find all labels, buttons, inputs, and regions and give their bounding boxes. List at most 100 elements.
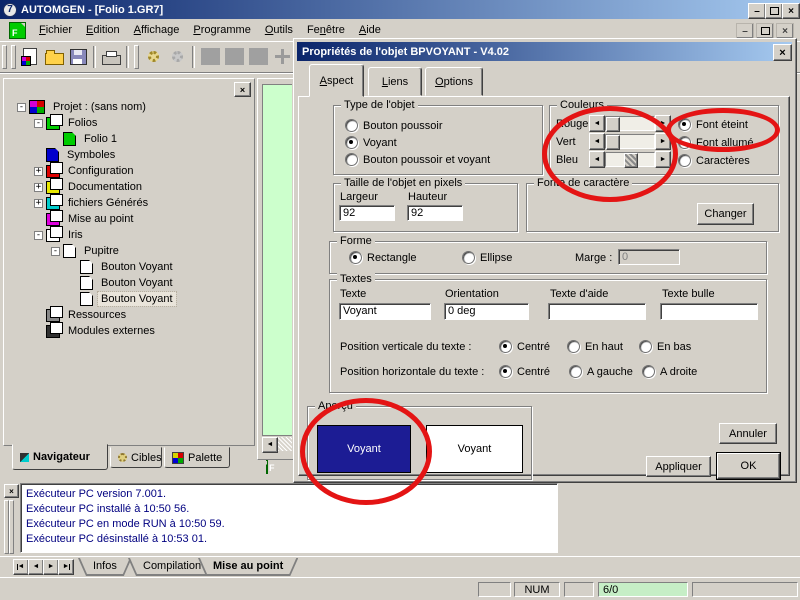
- green-slider-left-arrow[interactable]: ◄: [589, 133, 605, 150]
- radio-en-bas[interactable]: En bas: [639, 340, 691, 353]
- tree-item-documentation[interactable]: +Documentation: [6, 179, 252, 195]
- green-slider-thumb[interactable]: [606, 135, 620, 150]
- expand-toggle[interactable]: -: [34, 231, 43, 240]
- radio-bouton-poussoir[interactable]: Bouton poussoir: [345, 119, 443, 132]
- menu-fenetre[interactable]: Fenêtre: [300, 21, 352, 39]
- radio-a-gauche[interactable]: A gauche: [569, 365, 633, 378]
- new-folio-button[interactable]: [18, 45, 42, 69]
- tree-item-bouton-voyant-selected[interactable]: Bouton Voyant: [6, 291, 252, 307]
- child-minimize-button[interactable]: –: [736, 23, 754, 39]
- toolbar-grip[interactable]: [11, 45, 16, 69]
- tree-item-configuration[interactable]: +Configuration: [6, 163, 252, 179]
- radio-voyant[interactable]: Voyant: [345, 136, 397, 149]
- scrollbar-track[interactable]: [278, 437, 292, 451]
- radio-icon[interactable]: [678, 154, 691, 167]
- tab-cibles[interactable]: Cibles: [110, 447, 162, 468]
- radio-en-haut[interactable]: En haut: [567, 340, 623, 353]
- expand-toggle[interactable]: -: [34, 119, 43, 128]
- menu-aide[interactable]: Aide: [352, 21, 388, 39]
- radio-icon[interactable]: [345, 136, 358, 149]
- expand-toggle[interactable]: +: [34, 183, 43, 192]
- menu-fichier[interactable]: Fichier: [32, 21, 79, 39]
- radio-vertical-centre[interactable]: Centré: [499, 340, 550, 353]
- tab-palette[interactable]: Palette: [164, 447, 230, 468]
- radio-icon[interactable]: [567, 340, 580, 353]
- radio-font-allume[interactable]: Font allumé: [678, 136, 753, 149]
- radio-icon[interactable]: [345, 153, 358, 166]
- blue-slider-thumb[interactable]: [624, 153, 638, 168]
- dialog-tab-options[interactable]: Options: [425, 67, 483, 96]
- texte-input[interactable]: Voyant: [339, 303, 431, 320]
- tree-item-ressources[interactable]: Ressources: [6, 307, 252, 323]
- height-input[interactable]: 92: [407, 205, 463, 221]
- gray-button-2[interactable]: [222, 45, 246, 69]
- radio-bouton-poussoir-et-voyant[interactable]: Bouton poussoir et voyant: [345, 153, 490, 166]
- blue-slider-track[interactable]: [605, 152, 655, 167]
- green-slider-track[interactable]: [605, 134, 655, 149]
- tree-item-folios[interactable]: -Folios: [6, 115, 252, 131]
- radio-icon[interactable]: [642, 365, 655, 378]
- radio-icon[interactable]: [678, 136, 691, 149]
- child-restore-button[interactable]: [756, 23, 774, 39]
- tab-scroll-left-button[interactable]: ◄: [28, 559, 44, 575]
- tree-item-projet[interactable]: -Projet : (sans nom): [6, 99, 252, 115]
- width-input[interactable]: 92: [339, 205, 395, 221]
- dialog-close-button[interactable]: ×: [773, 44, 792, 61]
- texte-bulle-input[interactable]: [660, 303, 758, 320]
- radio-rectangle[interactable]: Rectangle: [349, 251, 417, 264]
- cancel-button[interactable]: Annuler: [719, 423, 777, 444]
- expand-toggle[interactable]: +: [34, 199, 43, 208]
- tab-scroll-right-button[interactable]: ►: [43, 559, 59, 575]
- toolbar-grip[interactable]: [2, 45, 7, 69]
- close-button[interactable]: ×: [782, 3, 800, 19]
- tab-scroll-first-button[interactable]: ◄: [13, 559, 29, 575]
- expand-toggle[interactable]: -: [51, 247, 60, 256]
- compile-button[interactable]: [141, 45, 165, 69]
- red-slider-left-arrow[interactable]: ◄: [589, 115, 605, 132]
- ok-button[interactable]: OK: [717, 453, 780, 479]
- gray-button-3[interactable]: [246, 45, 270, 69]
- tab-mise-au-point[interactable]: Mise au point: [198, 558, 298, 576]
- tree-item-modules-externes[interactable]: Modules externes: [6, 323, 252, 339]
- navigator-close-button[interactable]: ×: [234, 82, 251, 97]
- expand-toggle[interactable]: -: [17, 103, 26, 112]
- red-slider-track[interactable]: [605, 116, 655, 131]
- log-close-button[interactable]: ×: [4, 484, 19, 498]
- change-font-button[interactable]: Changer: [697, 203, 754, 225]
- scroll-left-button[interactable]: ◄: [262, 437, 278, 453]
- menu-affichage[interactable]: Affichage: [127, 21, 187, 39]
- orientation-input[interactable]: 0 deg: [444, 303, 529, 320]
- tab-navigateur[interactable]: Navigateur: [12, 444, 108, 470]
- gray-button-1[interactable]: [198, 45, 222, 69]
- tree-item-mise-au-point[interactable]: Mise au point: [6, 211, 252, 227]
- folio-canvas[interactable]: [262, 84, 292, 436]
- tree-item-bouton-voyant[interactable]: Bouton Voyant: [6, 259, 252, 275]
- log-panel-grip[interactable]: [9, 500, 14, 554]
- horizontal-scrollbar[interactable]: ◄: [262, 437, 292, 451]
- blue-slider-right-arrow[interactable]: ►: [655, 151, 671, 168]
- radio-icon[interactable]: [345, 119, 358, 132]
- radio-icon[interactable]: [569, 365, 582, 378]
- radio-icon[interactable]: [499, 365, 512, 378]
- radio-icon[interactable]: [639, 340, 652, 353]
- radio-icon[interactable]: [349, 251, 362, 264]
- radio-ellipse[interactable]: Ellipse: [462, 251, 512, 264]
- blue-slider-left-arrow[interactable]: ◄: [589, 151, 605, 168]
- restore-button[interactable]: [765, 3, 783, 19]
- menu-edition[interactable]: Edition: [79, 21, 127, 39]
- radio-horizontal-centre[interactable]: Centré: [499, 365, 550, 378]
- radio-a-droite[interactable]: A droite: [642, 365, 697, 378]
- radio-icon[interactable]: [499, 340, 512, 353]
- red-slider-right-arrow[interactable]: ►: [655, 115, 671, 132]
- minimized-folio-icon[interactable]: [266, 460, 268, 474]
- green-slider-right-arrow[interactable]: ►: [655, 133, 671, 150]
- red-slider-thumb[interactable]: [606, 117, 620, 132]
- radio-caracteres[interactable]: Caractères: [678, 154, 750, 167]
- apply-button[interactable]: Appliquer: [646, 456, 711, 477]
- save-button[interactable]: [66, 45, 90, 69]
- minimize-button[interactable]: –: [748, 3, 766, 19]
- child-close-button[interactable]: ×: [776, 23, 794, 39]
- tree-item-symboles[interactable]: Symboles: [6, 147, 252, 163]
- tree-item-bouton-voyant[interactable]: Bouton Voyant: [6, 275, 252, 291]
- tree-item-pupitre[interactable]: -Pupitre: [6, 243, 252, 259]
